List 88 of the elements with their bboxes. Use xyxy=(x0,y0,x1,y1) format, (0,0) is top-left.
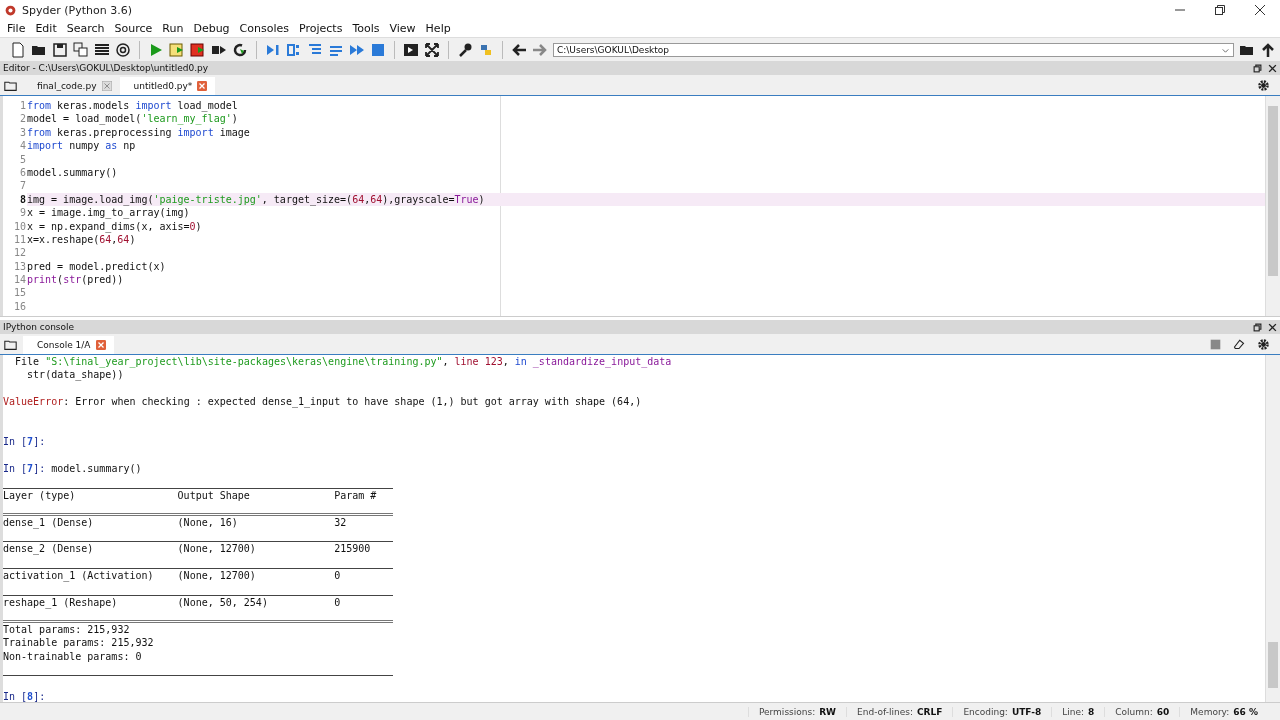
menu-item[interactable]: Tools xyxy=(347,22,385,35)
menu-item[interactable]: Consoles xyxy=(234,22,294,35)
list-icon[interactable] xyxy=(94,41,110,58)
rerun-icon[interactable] xyxy=(232,41,248,58)
code-line[interactable]: x = np.expand_dims(x, axis=0) xyxy=(27,220,202,232)
close-icon[interactable] xyxy=(1268,63,1277,73)
console-line: In [7]: model.summary() xyxy=(3,463,142,475)
menu-item[interactable]: File xyxy=(2,22,31,35)
path-field[interactable]: C:\Users\GOKUL\Desktop xyxy=(553,42,1234,57)
close-tab-icon[interactable] xyxy=(95,340,106,350)
menu-item[interactable]: Run xyxy=(157,22,189,35)
console-line: Non-trainable params: 0 xyxy=(3,650,142,662)
menu-item[interactable]: Edit xyxy=(30,22,62,35)
status-value: 8 xyxy=(1088,706,1095,717)
undock-icon[interactable] xyxy=(1253,63,1262,73)
code-line[interactable]: pred = model.predict(x) xyxy=(27,260,166,272)
stop-icon[interactable] xyxy=(1210,338,1221,350)
run-icon[interactable] xyxy=(148,41,164,58)
code-line[interactable]: from keras.preprocessing import image xyxy=(27,126,250,138)
run-cell-advance-icon[interactable] xyxy=(190,41,206,58)
up-arrow-icon[interactable] xyxy=(1260,41,1276,58)
status-label: Line: xyxy=(1062,706,1085,717)
new-file-icon[interactable] xyxy=(10,41,26,58)
scrollbar[interactable] xyxy=(1265,355,1280,702)
wrench-icon[interactable] xyxy=(457,41,473,58)
tab[interactable]: final_code.py xyxy=(23,77,120,95)
console-line: In [7]: xyxy=(3,436,46,448)
back-arrow-icon[interactable] xyxy=(511,41,527,58)
close-icon[interactable] xyxy=(1268,322,1277,332)
menu-item[interactable]: Source xyxy=(109,22,158,35)
console-line: Trainable params: 215,932 xyxy=(3,637,154,649)
run-cell-icon[interactable] xyxy=(169,41,185,58)
code-line[interactable]: model = load_model('learn_my_flag') xyxy=(27,113,238,125)
save-icon[interactable] xyxy=(52,41,68,58)
app-logo-icon xyxy=(4,3,17,17)
menu-item[interactable]: View xyxy=(384,22,421,35)
undock-icon[interactable] xyxy=(1253,322,1262,332)
code-line[interactable]: x = image.img_to_array(img) xyxy=(27,207,190,219)
console-line: Total params: 215,932 xyxy=(3,623,130,635)
status-value: RW xyxy=(819,706,837,717)
close-icon[interactable] xyxy=(1254,4,1266,16)
pane-title: Editor - C:\Users\GOKUL\Desktop\untitled0.py xyxy=(3,63,209,73)
status-label: End-of-lines: xyxy=(857,706,913,717)
line-number-gutter: 1 2 3 4 5 6 7 8 9 10 11 12 13 14 15 16 xyxy=(0,96,27,316)
status-value: UTF-8 xyxy=(1011,706,1042,717)
pane-title: IPython console xyxy=(3,322,75,332)
forward-arrow-icon[interactable] xyxy=(532,41,548,58)
console-line: File "S:\final_year_project\lib\site-packages\keras\engine\training.py", line 123, in _standardize_input_data xyxy=(14,356,672,367)
code-line[interactable]: import numpy as np xyxy=(27,140,136,152)
code-line[interactable]: model.summary() xyxy=(27,166,118,178)
code-line[interactable]: from keras.models import load_model xyxy=(27,100,238,111)
code-line[interactable]: print(str(pred)) xyxy=(27,274,124,286)
tab[interactable]: untitled0.py* xyxy=(119,77,216,95)
code-line[interactable]: img = image.load_img('paige-triste.jpg', target_size=(64,64),grayscale=True) xyxy=(27,193,485,205)
tab[interactable]: Console 1/A xyxy=(23,336,114,354)
status-value: 66 % xyxy=(1233,706,1258,717)
settings-icon[interactable] xyxy=(1257,78,1270,92)
console-line: In [8]: xyxy=(3,690,46,702)
status-label: Memory: xyxy=(1190,706,1230,717)
close-tab-icon[interactable] xyxy=(101,81,112,91)
maximize-icon[interactable] xyxy=(1214,4,1226,16)
fullscreen-icon[interactable] xyxy=(424,41,440,58)
menu-item[interactable]: Debug xyxy=(188,22,235,35)
eraser-icon[interactable] xyxy=(1233,338,1245,350)
status-label: Column: xyxy=(1115,706,1153,717)
close-tab-icon[interactable] xyxy=(197,81,208,91)
step-icon[interactable] xyxy=(286,41,302,58)
window-title: Spyder (Python 3.6) xyxy=(22,3,132,17)
console-line: dense_2 (Dense) (None, 12700) 215900 xyxy=(3,543,371,555)
status-label: Encoding: xyxy=(963,706,1008,717)
status-label: Permissions: xyxy=(758,706,816,717)
code-line[interactable]: x=x.reshape(64,64) xyxy=(27,233,136,245)
console-line: str(data_shape)) xyxy=(26,369,124,381)
console-line: dense_1 (Dense) (None, 16) 32 xyxy=(3,516,347,528)
status-value: 60 xyxy=(1156,706,1170,717)
menu-item[interactable]: Projects xyxy=(294,22,348,35)
menu-item[interactable]: Help xyxy=(420,22,456,35)
console-line: reshape_1 (Reshape) (None, 50, 254) 0 xyxy=(3,597,341,609)
console-line: Layer (type) Output Shape Param # xyxy=(3,489,377,501)
console-line: activation_1 (Activation) (None, 12700) 0 xyxy=(3,570,341,582)
menu-item[interactable]: Search xyxy=(61,22,110,35)
scrollbar[interactable] xyxy=(1265,96,1280,316)
maximize-pane-icon[interactable] xyxy=(403,41,419,58)
settings-icon[interactable] xyxy=(1257,337,1270,351)
status-value: CRLF xyxy=(916,706,943,717)
stop-icon[interactable] xyxy=(370,41,386,58)
save-all-icon[interactable] xyxy=(73,41,89,58)
console-line: ValueError: Error when checking : expected dense_1_input to have shape (1,) but got array with shape (64,) xyxy=(3,396,642,408)
